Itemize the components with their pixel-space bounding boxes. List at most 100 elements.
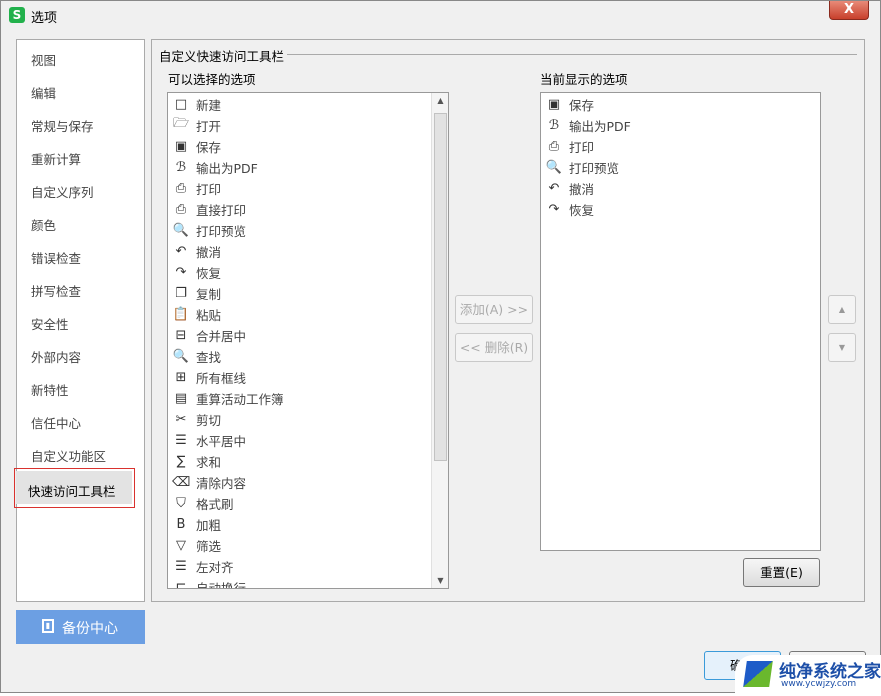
sidebar-item[interactable]: 视图 (31, 50, 56, 69)
item-label: 粘贴 (196, 307, 222, 323)
list-item[interactable]: ↷ 恢复 (545, 199, 594, 219)
item-label: 直接打印 (196, 202, 247, 218)
scroll-up-icon[interactable]: ▲ (432, 96, 448, 105)
list-item[interactable]: B 加粗 (172, 514, 221, 534)
sidebar-item[interactable]: 错误检查 (31, 248, 81, 267)
move-down-button[interactable]: ▼ (828, 333, 856, 362)
list-item[interactable]: ☰ 水平居中 (172, 430, 246, 450)
list-item[interactable]: 🔍 查找 (172, 346, 221, 366)
item-icon: 🔍 (545, 159, 563, 175)
item-icon: ∑ (176, 453, 186, 469)
item-icon: ▣ (174, 138, 188, 154)
list-item[interactable]: ⊏ 自动换行 (172, 577, 246, 589)
item-icon: ⛉ (176, 495, 186, 511)
watermark-logo: 纯净系统之家 www.ycwjzy.com (735, 655, 881, 696)
list-item[interactable]: ⛉ 格式刷 (172, 493, 233, 513)
list-item[interactable]: ▤ 重算活动工作簿 (172, 388, 284, 408)
close-button[interactable]: X (829, 1, 869, 20)
scroll-down-icon[interactable]: ▼ (432, 576, 448, 585)
item-icon: ▤ (174, 390, 188, 406)
item-icon: 🗁 (172, 116, 190, 131)
item-icon: 🔍 (172, 222, 190, 238)
item-icon: ⌫ (172, 474, 191, 490)
backup-center-button[interactable]: ▮ 备份中心 (16, 610, 145, 644)
current-list[interactable]: ↷ 恢复 ↶ 撤消 🔍 打印预览 ⎙ 打印 ℬ 输出为PDF ▣ 保存 (540, 92, 821, 551)
sidebar-item[interactable]: 常规与保存 (31, 116, 94, 135)
list-item[interactable]: ▣ 保存 (545, 94, 594, 114)
item-icon: ↶ (548, 180, 560, 196)
list-item[interactable]: ✂ 剪切 (172, 409, 221, 429)
item-icon: ↶ (175, 243, 187, 259)
list-item[interactable]: ❐ 复制 (172, 283, 221, 303)
item-label: 重算活动工作簿 (196, 391, 284, 407)
item-icon: ⊞ (175, 369, 187, 385)
backup-icon: ▮ (42, 619, 54, 633)
item-icon: ☰ (175, 558, 187, 574)
item-icon: ❐ (175, 285, 187, 301)
item-label: 加粗 (196, 517, 222, 533)
sidebar-item[interactable]: 自定义序列 (31, 182, 94, 201)
list-item[interactable]: ☰ 左对齐 (172, 556, 233, 576)
item-icon: ℬ (548, 117, 560, 133)
list-item[interactable]: ℬ 输出为PDF (545, 115, 631, 135)
backup-label: 备份中心 (62, 621, 118, 637)
sidebar-item-quick-access-toolbar[interactable]: 快速访问工具栏 (14, 468, 135, 508)
app-logo-icon: S (9, 7, 25, 23)
item-label: 恢复 (569, 202, 595, 218)
item-icon: ⎙ (548, 138, 560, 154)
move-up-button[interactable]: ▲ (828, 295, 856, 324)
sidebar-item[interactable]: 信任中心 (31, 413, 81, 432)
item-icon: ⊏ (175, 579, 187, 589)
sidebar-item[interactable]: 自定义功能区 (31, 446, 106, 465)
list-item[interactable]: ↶ 撤消 (172, 241, 221, 261)
remove-button[interactable]: << 删除(R) (455, 333, 533, 362)
list-item[interactable]: 🔍 打印预览 (172, 220, 246, 240)
sidebar-item[interactable]: 拼写检查 (31, 281, 81, 300)
item-icon: ⊟ (175, 327, 187, 343)
list-item[interactable]: ℬ 输出为PDF (172, 157, 258, 177)
list-item[interactable]: ⌫ 清除内容 (172, 472, 246, 492)
item-label: 水平居中 (196, 433, 247, 449)
item-label: 筛选 (196, 538, 222, 554)
list-item[interactable]: ⊟ 合并居中 (172, 325, 246, 345)
list-item[interactable]: ⎙ 打印 (545, 136, 594, 156)
item-icon: 🔍 (172, 348, 190, 364)
item-label: 打印 (569, 139, 595, 155)
watermark-url: www.ycwjzy.com (781, 679, 857, 689)
available-list[interactable]: ⊏ 自动换行 ☰ 左对齐 ▽ 筛选 B 加粗 ⛉ 格式刷 ⌫ 清除内容 ∑ 求和 ☰ 水平居中 ✂ 剪切 ▤ 重算活动… (167, 92, 449, 589)
sidebar-item[interactable]: 编辑 (31, 83, 56, 102)
list-item[interactable]: ⎙ 打印 (172, 178, 221, 198)
item-label: 输出为PDF (569, 118, 631, 134)
item-label: 保存 (196, 139, 222, 155)
sidebar-item[interactable]: 颜色 (31, 215, 56, 234)
item-icon: ↷ (175, 264, 187, 280)
sidebar-item[interactable]: 安全性 (31, 314, 69, 333)
item-label: 打印 (196, 181, 222, 197)
list-item[interactable]: ↶ 撤消 (545, 178, 594, 198)
item-label: 打开 (196, 118, 222, 134)
current-label: 当前显示的选项 (540, 72, 628, 87)
add-button[interactable]: 添加(A) >> (455, 295, 533, 324)
list-item[interactable]: 🔍 打印预览 (545, 157, 619, 177)
item-label: 清除内容 (196, 475, 247, 491)
list-item[interactable]: ⊞ 所有框线 (172, 367, 246, 387)
item-label: 自动换行 (196, 580, 247, 589)
sidebar-item[interactable]: 新特性 (31, 380, 69, 399)
item-label: 撤消 (196, 244, 222, 260)
sidebar-item[interactable]: 重新计算 (31, 149, 81, 168)
list-item[interactable]: ∑ 求和 (172, 451, 221, 471)
reset-button[interactable]: 重置(E) (743, 558, 820, 587)
list-item[interactable]: ⎙ 直接打印 (172, 199, 246, 219)
list-item[interactable]: ▽ 筛选 (172, 535, 221, 555)
scrollbar[interactable]: ▲ ▼ (431, 93, 448, 588)
list-item[interactable]: 🗁 打开 (172, 115, 221, 135)
scroll-thumb[interactable] (434, 113, 447, 461)
item-label: 合并居中 (196, 328, 247, 344)
list-item[interactable]: 📋 粘贴 (172, 304, 221, 324)
sidebar-item[interactable]: 外部内容 (31, 347, 81, 366)
item-label: 打印预览 (569, 160, 620, 176)
item-icon: ℬ (175, 159, 187, 175)
list-item[interactable]: □ 新建 (172, 94, 221, 114)
list-item[interactable]: ↷ 恢复 (172, 262, 221, 282)
list-item[interactable]: ▣ 保存 (172, 136, 221, 156)
